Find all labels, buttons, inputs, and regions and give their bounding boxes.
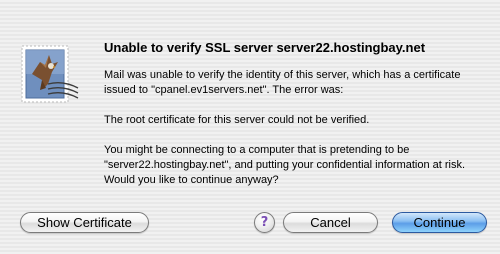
- message-paragraph-identity: Mail was unable to verify the identity o…: [104, 69, 461, 96]
- mail-stamp-eagle-icon: [18, 40, 84, 110]
- message-paragraph-warning: You might be connecting to a computer th…: [104, 144, 466, 186]
- ssl-alert-dialog: Unable to verify SSL server server22.hos…: [0, 0, 500, 254]
- help-icon[interactable]: ?: [254, 212, 275, 233]
- cancel-button[interactable]: Cancel: [283, 212, 378, 233]
- continue-button[interactable]: Continue: [392, 212, 487, 233]
- dialog-title: Unable to verify SSL server server22.hos…: [104, 40, 426, 55]
- message-paragraph-error: The root certificate for this server cou…: [104, 114, 370, 126]
- show-certificate-button[interactable]: Show Certificate: [20, 212, 149, 233]
